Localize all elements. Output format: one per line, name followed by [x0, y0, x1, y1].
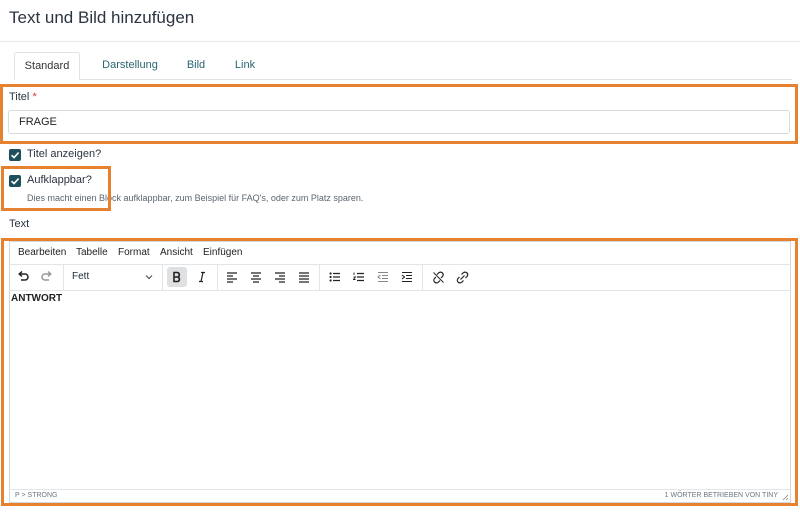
bold-button[interactable] — [167, 267, 187, 287]
indent-button[interactable] — [397, 267, 417, 287]
word-count: 1 WÖRTER BETRIEBEN VON TINY — [665, 492, 778, 499]
tab-darstellung[interactable]: Darstellung — [100, 52, 160, 78]
element-path[interactable]: P > STRONG — [15, 492, 57, 499]
check-icon — [10, 178, 20, 185]
bold-icon — [173, 271, 181, 283]
tab-bar: Standard Darstellung Bild Link — [14, 52, 792, 80]
menu-einfuegen[interactable]: Einfügen — [203, 247, 242, 258]
indent-icon — [401, 271, 412, 283]
editor-toolbar: Fett — [10, 264, 790, 291]
align-justify-icon — [299, 272, 309, 283]
highlight-collapsible-checkbox — [1, 166, 111, 211]
unlink-button[interactable] — [428, 267, 448, 287]
undo-button[interactable] — [13, 267, 33, 287]
collapsible-checkbox[interactable] — [9, 175, 21, 187]
menu-format[interactable]: Format — [118, 247, 150, 258]
outdent-button[interactable] — [373, 267, 393, 287]
header-divider — [0, 41, 800, 42]
toolbar-separator — [422, 264, 423, 290]
italic-icon — [199, 271, 205, 283]
text-label: Text — [9, 218, 30, 230]
tab-standard[interactable]: Standard — [14, 52, 80, 80]
link-icon — [456, 271, 468, 283]
powered-by-link[interactable]: BETRIEBEN VON TINY — [703, 492, 778, 499]
redo-button[interactable] — [37, 267, 57, 287]
title-label: Titel * — [9, 91, 37, 103]
collapsible-label: Aufklappbar? — [27, 174, 92, 186]
check-icon — [10, 152, 20, 159]
toolbar-separator — [162, 264, 163, 290]
bullet-list-button[interactable] — [325, 267, 345, 287]
title-label-text: Titel — [9, 91, 30, 103]
word-count-value: 1 WÖRTER — [664, 492, 702, 499]
menu-tabelle[interactable]: Tabelle — [76, 247, 108, 258]
toolbar-separator — [217, 264, 218, 290]
show-title-label: Titel anzeigen? — [27, 148, 102, 160]
collapsible-help-text: Dies macht einen Block aufklappbar, zum … — [27, 193, 364, 203]
align-right-button[interactable] — [270, 267, 290, 287]
title-input[interactable] — [8, 110, 790, 134]
outdent-icon — [377, 271, 388, 283]
undo-icon — [18, 270, 29, 281]
tab-link[interactable]: Link — [233, 52, 257, 78]
required-mark: * — [32, 91, 37, 103]
menu-bearbeiten[interactable]: Bearbeiten — [18, 247, 66, 258]
editor-menubar: Bearbeiten Tabelle Format Ansicht Einfüg… — [10, 242, 790, 265]
align-left-icon — [227, 272, 237, 283]
tab-bild[interactable]: Bild — [184, 52, 208, 78]
numbered-list-icon — [353, 272, 364, 282]
rich-text-editor: Bearbeiten Tabelle Format Ansicht Einfüg… — [9, 241, 791, 503]
italic-button[interactable] — [192, 267, 212, 287]
resize-handle-icon[interactable] — [782, 494, 789, 501]
align-center-button[interactable] — [246, 267, 266, 287]
show-title-checkbox[interactable] — [9, 149, 21, 161]
numbered-list-button[interactable] — [349, 267, 369, 287]
toolbar-separator — [63, 264, 64, 290]
align-center-icon — [251, 272, 261, 283]
align-left-button[interactable] — [222, 267, 242, 287]
toolbar-separator — [319, 264, 320, 290]
page-title: Text und Bild hinzufügen — [9, 8, 195, 27]
bullet-list-icon — [329, 272, 340, 282]
unlink-icon — [432, 271, 444, 283]
align-justify-button[interactable] — [294, 267, 314, 287]
menu-ansicht[interactable]: Ansicht — [160, 247, 193, 258]
format-select[interactable]: Fett — [66, 267, 158, 287]
align-right-icon — [275, 272, 285, 283]
editor-content[interactable]: ANTWORT — [11, 293, 62, 304]
redo-icon — [41, 270, 52, 281]
editor-statusbar: P > STRONG 1 WÖRTER BETRIEBEN VON TINY — [10, 489, 790, 502]
chevron-down-icon — [145, 275, 153, 280]
link-button[interactable] — [452, 267, 472, 287]
format-select-value: Fett — [72, 271, 90, 282]
